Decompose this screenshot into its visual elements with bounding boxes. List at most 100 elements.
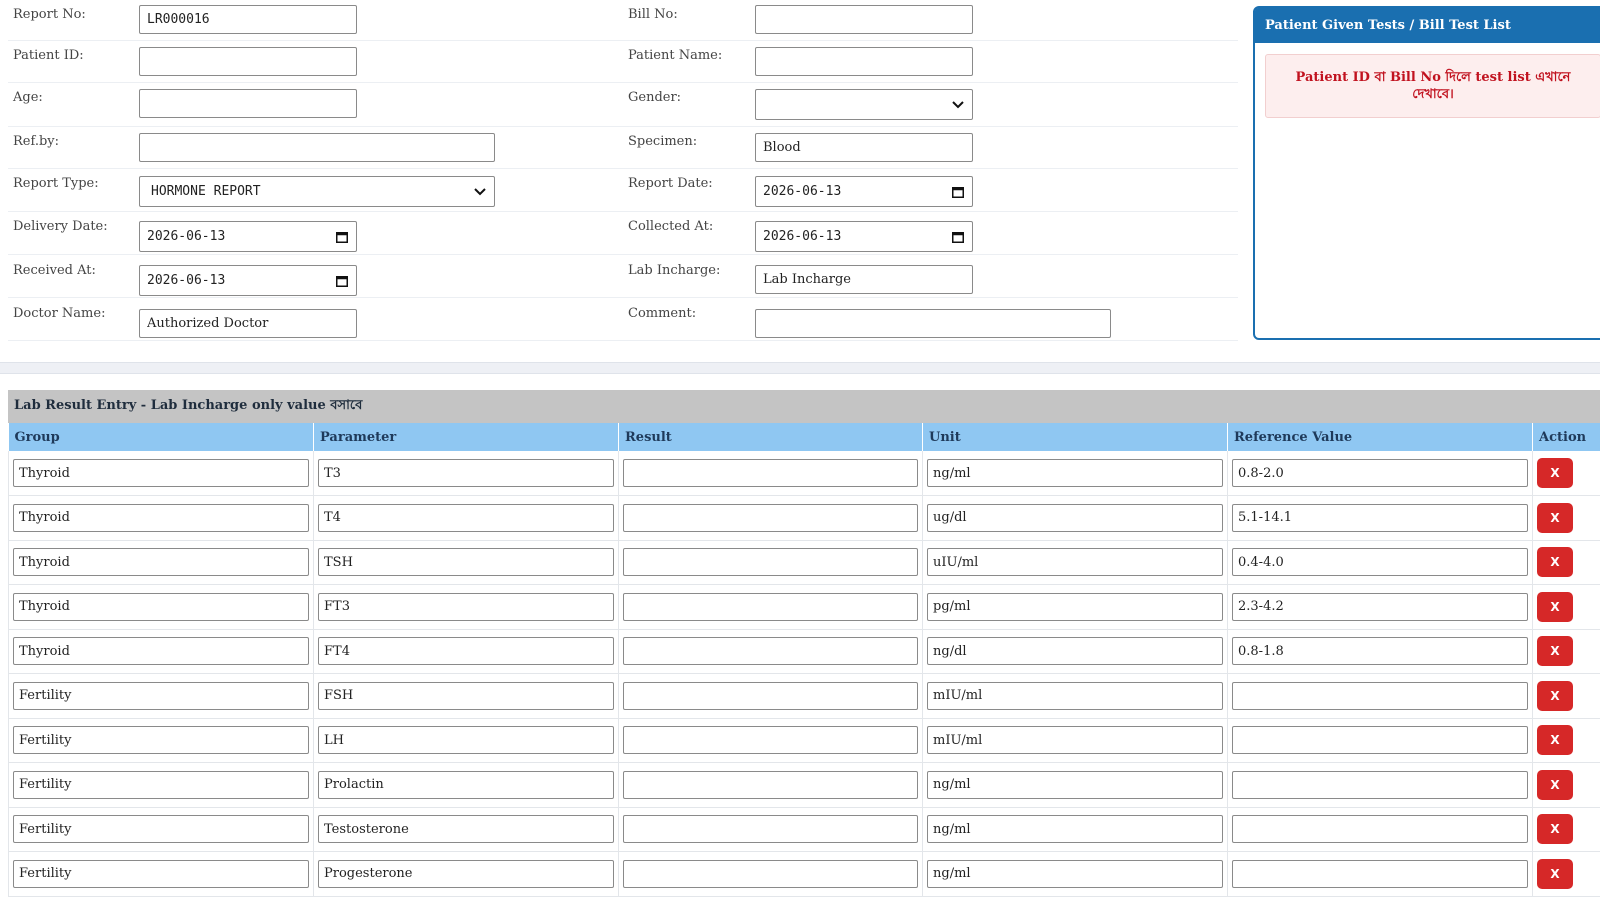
group-input[interactable]: Fertility <box>13 860 309 888</box>
gender-select[interactable] <box>755 89 973 120</box>
lab-incharge-input[interactable]: Lab Incharge <box>755 265 973 294</box>
table-cell: mIU/ml <box>923 674 1228 719</box>
chevron-down-icon <box>473 185 487 199</box>
unit-input[interactable]: ng/ml <box>927 860 1223 888</box>
parameter-input[interactable]: TSH <box>318 548 614 576</box>
reference-input[interactable] <box>1232 815 1528 843</box>
table-row: Fertility Progesterone ng/ml X <box>9 852 1600 897</box>
reference-input[interactable]: 0.8-1.8 <box>1232 637 1528 665</box>
group-input[interactable]: Thyroid <box>13 504 309 532</box>
delivery-date-label: Delivery Date: <box>13 219 108 234</box>
unit-input[interactable]: mIU/ml <box>927 682 1223 710</box>
delete-row-button[interactable]: X <box>1537 547 1573 577</box>
reference-input[interactable] <box>1232 682 1528 710</box>
doctor-name-input[interactable]: Authorized Doctor <box>139 309 357 338</box>
column-header-result: Result <box>619 423 923 451</box>
calendar-icon[interactable] <box>335 230 349 244</box>
result-input[interactable] <box>623 860 918 888</box>
group-input[interactable]: Thyroid <box>13 593 309 621</box>
report-no-input[interactable]: LR000016 <box>139 5 357 34</box>
delivery-date-input[interactable]: 2026-06-13 <box>139 221 357 252</box>
table-cell: ug/dl <box>923 496 1228 541</box>
report-type-select[interactable]: HORMONE REPORT <box>139 176 495 207</box>
table-cell: X <box>1533 807 1600 852</box>
unit-input[interactable]: ng/ml <box>927 815 1223 843</box>
reference-input[interactable]: 5.1-14.1 <box>1232 504 1528 532</box>
unit-input[interactable]: ug/dl <box>927 504 1223 532</box>
reference-input[interactable]: 0.8-2.0 <box>1232 459 1528 487</box>
result-input[interactable] <box>623 726 918 754</box>
parameter-input[interactable]: FSH <box>318 682 614 710</box>
row-separator <box>8 297 1238 298</box>
parameter-input[interactable]: T3 <box>318 459 614 487</box>
delete-row-button[interactable]: X <box>1537 681 1573 711</box>
delete-row-button[interactable]: X <box>1537 592 1573 622</box>
gender-label: Gender: <box>628 90 681 105</box>
result-input[interactable] <box>623 504 918 532</box>
table-row: Thyroid T3 ng/ml 0.8-2.0 X <box>9 451 1600 496</box>
group-input[interactable]: Thyroid <box>13 637 309 665</box>
patient-name-input[interactable] <box>755 47 973 76</box>
group-input[interactable]: Fertility <box>13 771 309 799</box>
parameter-input[interactable]: Testosterone <box>318 815 614 843</box>
patient-tests-alert: Patient ID বা Bill No দিলে test list এখা… <box>1265 54 1600 118</box>
bill-no-input[interactable] <box>755 5 973 34</box>
group-input[interactable]: Fertility <box>13 682 309 710</box>
result-input[interactable] <box>623 771 918 799</box>
calendar-icon[interactable] <box>335 274 349 288</box>
result-input[interactable] <box>623 682 918 710</box>
age-input[interactable] <box>139 89 357 118</box>
group-input[interactable]: Fertility <box>13 815 309 843</box>
result-input[interactable] <box>623 459 918 487</box>
delete-row-button[interactable]: X <box>1537 770 1573 800</box>
specimen-input[interactable]: Blood <box>755 133 973 162</box>
unit-input[interactable]: ng/ml <box>927 459 1223 487</box>
table-cell: FT4 <box>314 629 619 674</box>
reference-input[interactable]: 0.4-4.0 <box>1232 548 1528 576</box>
unit-input[interactable]: mIU/ml <box>927 726 1223 754</box>
unit-input[interactable]: ng/ml <box>927 771 1223 799</box>
unit-input[interactable]: pg/ml <box>927 593 1223 621</box>
received-at-input[interactable]: 2026-06-13 <box>139 265 357 296</box>
row-separator <box>8 340 1238 341</box>
table-cell: pg/ml <box>923 585 1228 630</box>
calendar-icon[interactable] <box>951 185 965 199</box>
group-input[interactable]: Thyroid <box>13 548 309 576</box>
calendar-icon[interactable] <box>951 230 965 244</box>
reference-input[interactable]: 2.3-4.2 <box>1232 593 1528 621</box>
delete-row-button[interactable]: X <box>1537 636 1573 666</box>
group-input[interactable]: Fertility <box>13 726 309 754</box>
result-input[interactable] <box>623 815 918 843</box>
reference-input[interactable] <box>1232 726 1528 754</box>
patient-id-input[interactable] <box>139 47 357 76</box>
parameter-input[interactable]: FT4 <box>318 637 614 665</box>
comment-input[interactable] <box>755 309 1111 338</box>
table-cell: ng/ml <box>923 852 1228 897</box>
delete-row-button[interactable]: X <box>1537 503 1573 533</box>
reference-input[interactable] <box>1232 860 1528 888</box>
group-input[interactable]: Thyroid <box>13 459 309 487</box>
parameter-input[interactable]: T4 <box>318 504 614 532</box>
column-header-unit: Unit <box>923 423 1228 451</box>
parameter-input[interactable]: Progesterone <box>318 860 614 888</box>
collected-at-input[interactable]: 2026-06-13 <box>755 221 973 252</box>
column-header-parameter: Parameter <box>314 423 619 451</box>
reference-input[interactable] <box>1232 771 1528 799</box>
ref-by-label: Ref.by: <box>13 134 59 149</box>
delete-row-button[interactable]: X <box>1537 859 1573 889</box>
table-cell <box>619 540 923 585</box>
result-input[interactable] <box>623 548 918 576</box>
parameter-input[interactable]: FT3 <box>318 593 614 621</box>
unit-input[interactable]: ng/dl <box>927 637 1223 665</box>
parameter-input[interactable]: LH <box>318 726 614 754</box>
report-date-input[interactable]: 2026-06-13 <box>755 176 973 207</box>
ref-by-input[interactable] <box>139 133 495 162</box>
delete-row-button[interactable]: X <box>1537 814 1573 844</box>
doctor-name-label: Doctor Name: <box>13 306 105 321</box>
result-input[interactable] <box>623 593 918 621</box>
unit-input[interactable]: uIU/ml <box>927 548 1223 576</box>
parameter-input[interactable]: Prolactin <box>318 771 614 799</box>
delete-row-button[interactable]: X <box>1537 458 1573 488</box>
result-input[interactable] <box>623 637 918 665</box>
delete-row-button[interactable]: X <box>1537 725 1573 755</box>
